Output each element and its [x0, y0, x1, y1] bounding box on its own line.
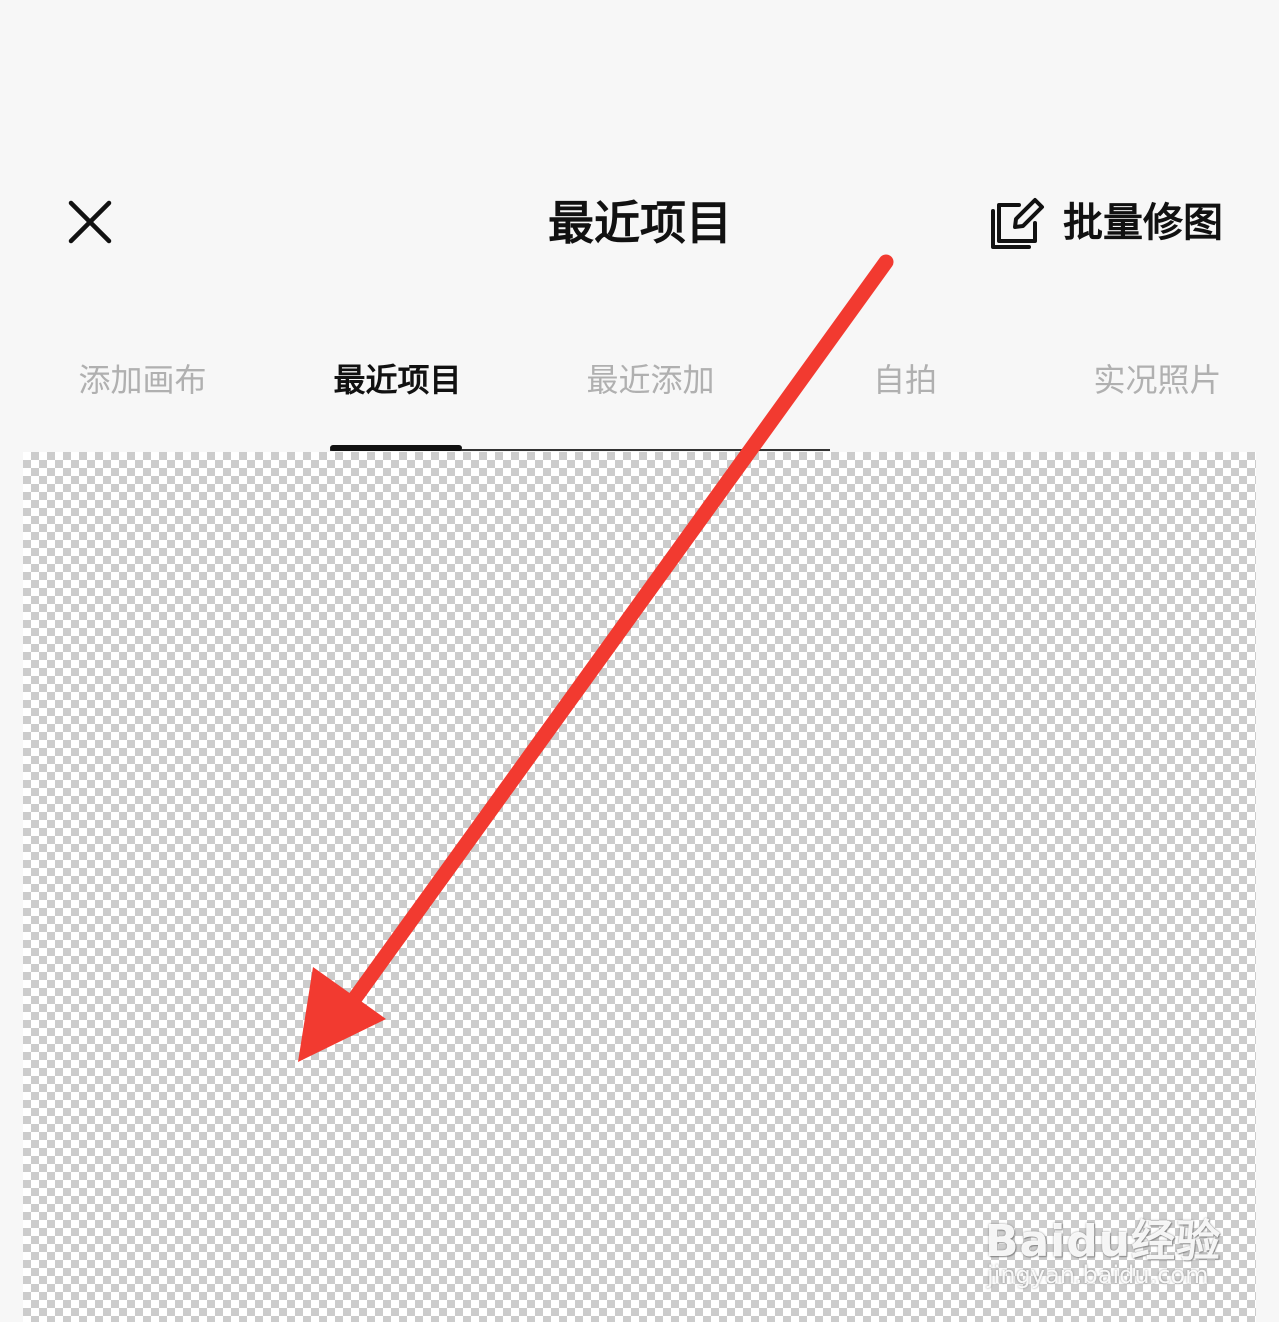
page-title: 最近项目	[548, 196, 732, 250]
close-icon	[68, 200, 112, 244]
close-button[interactable]	[58, 190, 122, 254]
top-bar: 最近项目 批量修图 添加画布 最近项目 最近添加 自拍 实况照片	[0, 0, 1279, 452]
tab-bar: 添加画布 最近项目 最近添加 自拍 实况照片	[0, 350, 1279, 410]
tab-recently-added[interactable]: 最近添加	[578, 350, 723, 410]
edit-stack-icon	[991, 198, 1044, 249]
batch-edit-label: 批量修图	[1063, 200, 1223, 246]
active-tab-indicator	[330, 445, 462, 451]
tab-selfie[interactable]: 自拍	[860, 350, 950, 410]
tab-recent-projects[interactable]: 最近项目	[325, 350, 470, 410]
app-root: 最近项目 批量修图 添加画布 最近项目 最近添加 自拍 实况照片 Baidu经验…	[0, 0, 1279, 1322]
tab-add-canvas[interactable]: 添加画布	[70, 350, 215, 410]
tab-live-photos[interactable]: 实况照片	[1085, 350, 1230, 410]
transparent-canvas-area[interactable]	[23, 452, 1256, 1322]
batch-edit-button[interactable]: 批量修图	[985, 188, 1223, 258]
